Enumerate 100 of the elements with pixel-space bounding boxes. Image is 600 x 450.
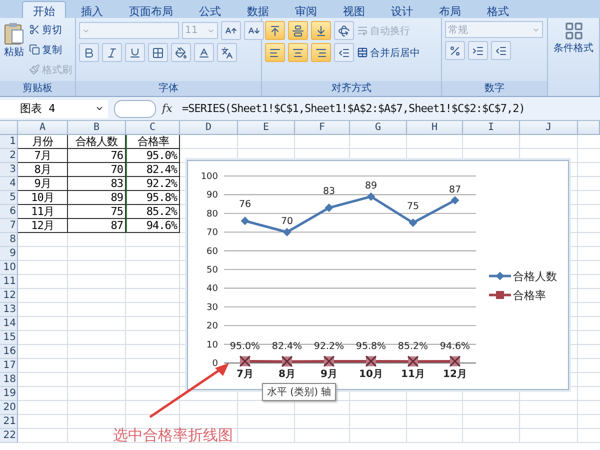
row-header[interactable]: 12 (0, 289, 18, 303)
clipboard-button[interactable]: 复制 (29, 41, 72, 58)
ribbon-tab[interactable]: 格式 (476, 1, 520, 18)
row-header[interactable]: 15 (0, 331, 18, 345)
group-label: 数字 (442, 81, 547, 96)
bold-icon[interactable] (79, 43, 99, 62)
annotation-text: 选中合格率折线图 (113, 426, 233, 445)
orientation-icon[interactable] (334, 21, 354, 40)
data-point (240, 216, 250, 226)
font-name-field[interactable] (79, 22, 179, 39)
fill-color-icon[interactable] (171, 43, 191, 62)
italic-icon[interactable] (102, 43, 122, 62)
row-header[interactable]: 14 (0, 317, 18, 331)
ribbon-tab[interactable]: 布局 (428, 1, 472, 18)
ribbon-tab[interactable]: 页面布局 (118, 1, 184, 18)
row-header[interactable]: 17 (0, 359, 18, 373)
align-icon[interactable] (265, 21, 285, 40)
row-header[interactable]: 5 (0, 191, 18, 205)
copy-icon (29, 44, 40, 55)
name-box[interactable]: 图表 4 (0, 100, 108, 118)
row-header[interactable]: 1 (0, 135, 18, 149)
selected-data-point[interactable] (323, 356, 335, 368)
column-header[interactable]: B (68, 121, 126, 135)
column-header[interactable]: D (180, 121, 238, 135)
percent-icon[interactable] (445, 41, 465, 60)
row-header[interactable]: 9 (0, 247, 18, 261)
row-header[interactable]: 2 (0, 149, 18, 163)
conditional-format-button[interactable]: 条件格式 (551, 21, 596, 96)
group-label: 对齐方式 (262, 81, 441, 96)
row-header[interactable]: 18 (0, 373, 18, 387)
align-icon[interactable] (288, 21, 308, 40)
row-header[interactable]: 21 (0, 415, 18, 429)
shrink-font-icon[interactable] (244, 21, 264, 40)
row-header[interactable]: 3 (0, 163, 18, 177)
column-header[interactable]: H (407, 121, 463, 135)
align-icon[interactable] (311, 43, 331, 62)
grow-font-icon[interactable] (221, 21, 241, 40)
row-header[interactable]: 22 (0, 429, 18, 443)
scroll-handle-icon[interactable] (114, 100, 156, 118)
selected-data-point[interactable] (281, 356, 293, 368)
align-icon[interactable] (288, 43, 308, 62)
row-header[interactable]: 8 (0, 233, 18, 247)
table-cell: 89 (68, 191, 126, 205)
data-label: 82.4% (272, 341, 302, 352)
ribbon-tab[interactable]: 审阅 (284, 1, 328, 18)
selected-data-point[interactable] (239, 355, 251, 367)
row-header[interactable]: 6 (0, 205, 18, 219)
ribbon-tab[interactable]: 数据 (236, 1, 280, 18)
axis-label: 12月 (443, 369, 467, 380)
function-button[interactable]: fx (162, 102, 176, 115)
column-header[interactable]: F (295, 121, 350, 135)
brush-icon (29, 64, 40, 75)
axis-label: 10月 (359, 369, 383, 380)
paste-button[interactable]: 粘贴 (3, 21, 25, 81)
legend-key (489, 272, 511, 280)
phonetic-icon[interactable] (217, 43, 237, 62)
axis-label: 7月 (236, 369, 254, 380)
column-header[interactable]: J (520, 121, 578, 135)
axis-label: 90 (206, 190, 218, 201)
data-label: 85.2% (398, 341, 428, 352)
grid-icon (564, 21, 584, 41)
underline-icon[interactable] (125, 43, 145, 62)
merge-button[interactable]: 合并后居中 (357, 44, 420, 61)
ribbon-tab[interactable]: 公式 (188, 1, 232, 18)
align-icon[interactable] (311, 21, 331, 40)
formula-text: =SERIES(Sheet1!$C$1,Sheet1!$A$2:$A$7,Sheet1!$C$2:$C$7,2) (182, 102, 525, 115)
row-header[interactable]: 20 (0, 401, 18, 415)
row-header[interactable]: 10 (0, 261, 18, 275)
column-header[interactable]: C (126, 121, 180, 135)
table-cell: 95.0% (126, 149, 180, 163)
column-header[interactable]: G (350, 121, 407, 135)
row-header[interactable]: 11 (0, 275, 18, 289)
column-header[interactable]: A (18, 121, 68, 135)
column-header[interactable]: I (463, 121, 520, 135)
border-icon[interactable] (148, 43, 168, 62)
table-cell: 92.2% (126, 177, 180, 191)
row-header[interactable]: 19 (0, 387, 18, 401)
ribbon-tab[interactable]: 开始 (22, 1, 66, 18)
scissors-icon (29, 24, 40, 35)
align-icon[interactable] (265, 43, 285, 62)
ribbon-tab[interactable]: 视图 (332, 1, 376, 18)
selected-data-point[interactable] (407, 356, 419, 368)
table-cell: 83 (68, 177, 126, 191)
indent-icon[interactable] (334, 43, 354, 62)
group-label: 字体 (76, 81, 261, 96)
row-header[interactable]: 4 (0, 177, 18, 191)
ribbon-tab[interactable]: 设计 (380, 1, 424, 18)
row-header[interactable]: 16 (0, 345, 18, 359)
row-header[interactable]: 13 (0, 303, 18, 317)
axis-label: 100 (200, 172, 218, 182)
ribbon-tab[interactable]: 插入 (70, 1, 114, 18)
column-header[interactable]: E (238, 121, 295, 135)
clipboard-button[interactable]: 剪切 (29, 21, 72, 38)
selected-data-point[interactable] (365, 355, 377, 367)
table-cell: 8月 (18, 163, 68, 177)
axis-label: 20 (206, 322, 218, 332)
row-header[interactable]: 7 (0, 219, 18, 233)
table-cell: 94.6% (126, 219, 180, 233)
font-color-icon[interactable] (194, 43, 214, 62)
selected-data-point[interactable] (449, 355, 461, 367)
